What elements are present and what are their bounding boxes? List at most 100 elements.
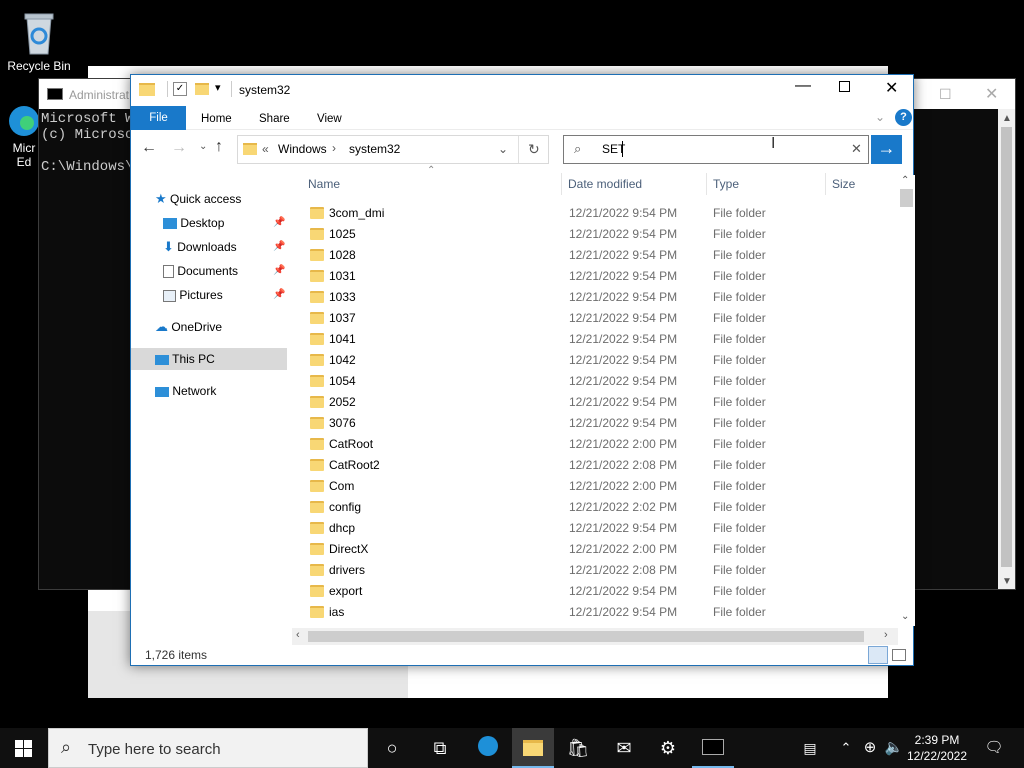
file-row[interactable]: CatRoot 12/21/2022 2:00 PM File folder (301, 434, 897, 455)
file-row[interactable]: 1041 12/21/2022 9:54 PM File folder (301, 329, 897, 350)
details-view-icon[interactable] (868, 646, 888, 664)
nav-pictures[interactable]: Pictures (163, 284, 223, 306)
file-row[interactable]: 1033 12/21/2022 9:54 PM File folder (301, 287, 897, 308)
breadcrumb-system32[interactable]: system32 (349, 142, 400, 156)
column-date-modified[interactable]: Date modified (568, 173, 642, 195)
clock[interactable]: 2:39 PM 12/22/2022 (904, 732, 970, 764)
tab-home[interactable]: Home (193, 109, 240, 129)
scroll-right-icon[interactable]: › (884, 629, 888, 641)
explorer-taskbar-button[interactable] (512, 728, 554, 768)
file-row[interactable]: 3076 12/21/2022 9:54 PM File folder (301, 413, 897, 434)
start-icon[interactable] (15, 740, 32, 757)
search-box[interactable]: ⌕ SET ✕ (563, 135, 869, 164)
scroll-left-icon[interactable]: ‹ (296, 629, 300, 641)
scroll-down-icon[interactable]: ⌄ (901, 611, 909, 622)
column-name[interactable]: Name (308, 173, 340, 195)
edge-icon[interactable] (476, 736, 500, 760)
file-row[interactable]: config 12/21/2022 2:02 PM File folder (301, 497, 897, 518)
nav-onedrive[interactable]: ☁ OneDrive (155, 316, 222, 338)
file-row[interactable]: CatRoot2 12/21/2022 2:08 PM File folder (301, 455, 897, 476)
file-row[interactable]: 1037 12/21/2022 9:54 PM File folder (301, 308, 897, 329)
folder-icon (139, 83, 155, 96)
breadcrumb-windows[interactable]: Windows (278, 142, 327, 156)
explorer-titlebar[interactable]: ✓ ▾ system32 — ✕ (131, 75, 913, 106)
column-size[interactable]: Size (832, 173, 855, 195)
nav-downloads[interactable]: ⬇ Downloads (163, 236, 237, 258)
cortana-icon[interactable]: ○ (380, 736, 404, 760)
cmd-maximize-icon[interactable]: ☐ (939, 86, 952, 103)
folder-icon (310, 522, 324, 534)
file-type: File folder (713, 332, 766, 346)
file-row[interactable]: 1031 12/21/2022 9:54 PM File folder (301, 266, 897, 287)
forward-icon[interactable]: → (171, 139, 187, 157)
customize-toolbar-icon[interactable]: ▾ (215, 81, 221, 94)
hscroll-thumb[interactable] (308, 631, 864, 642)
clear-search-icon[interactable]: ✕ (851, 141, 862, 157)
file-row[interactable]: 1028 12/21/2022 9:54 PM File folder (301, 245, 897, 266)
address-dropdown-icon[interactable]: ⌄ (498, 142, 508, 156)
tab-view[interactable]: View (309, 109, 350, 129)
settings-gear-icon[interactable]: ⚙ (656, 736, 680, 760)
maximize-icon[interactable] (839, 81, 850, 92)
refresh-icon[interactable]: ↻ (528, 141, 540, 158)
nav-this-pc[interactable]: This PC (131, 348, 287, 370)
file-row[interactable]: ias 12/21/2022 9:54 PM File folder (301, 602, 897, 623)
pin-icon[interactable]: 📌 (273, 241, 285, 252)
scroll-thumb[interactable] (900, 189, 913, 207)
address-bar[interactable]: « Windows › system32 ⌄ ↻ (237, 135, 549, 164)
ribbon-expand-icon[interactable]: ⌄ (875, 110, 885, 124)
pin-icon[interactable]: 📌 (273, 289, 285, 300)
network-status-icon[interactable]: ⊕ (858, 736, 882, 760)
nav-quick-access[interactable]: ★ Quick access (155, 188, 241, 210)
recent-locations-icon[interactable]: ⌄ (199, 141, 207, 152)
file-explorer-window[interactable]: ✓ ▾ system32 — ✕ File Home Share View ⌄ … (130, 74, 915, 666)
large-icons-view-icon[interactable] (892, 649, 906, 661)
cmd-close-icon[interactable]: ✕ (985, 84, 998, 104)
search-go-button[interactable]: → (871, 135, 902, 164)
show-hidden-icons-icon[interactable]: ⌃ (834, 736, 858, 760)
recycle-bin-shortcut[interactable]: Recycle Bin (4, 8, 74, 73)
breadcrumb-overflow[interactable]: « (262, 142, 269, 156)
tab-file[interactable]: File (131, 106, 186, 130)
back-icon[interactable]: ← (141, 139, 157, 157)
cmd-taskbar-button[interactable] (692, 728, 734, 768)
file-row[interactable]: dhcp 12/21/2022 9:54 PM File folder (301, 518, 897, 539)
horizontal-scrollbar[interactable]: ‹ › (292, 628, 898, 645)
properties-icon[interactable]: ✓ (173, 82, 187, 96)
pin-icon[interactable]: 📌 (273, 217, 285, 228)
file-row[interactable]: drivers 12/21/2022 2:08 PM File folder (301, 560, 897, 581)
task-view-icon[interactable]: ⧉ (428, 736, 452, 760)
vertical-scrollbar[interactable]: ⌃ ⌄ (898, 175, 915, 626)
close-icon[interactable]: ✕ (885, 78, 898, 98)
file-row[interactable]: 1054 12/21/2022 9:54 PM File folder (301, 371, 897, 392)
nav-network[interactable]: Network (155, 380, 216, 402)
file-row[interactable]: DirectX 12/21/2022 2:00 PM File folder (301, 539, 897, 560)
notifications-icon[interactable]: 🗨 (982, 736, 1006, 760)
file-row[interactable]: 1042 12/21/2022 9:54 PM File folder (301, 350, 897, 371)
taskbar-search-placeholder[interactable]: Type here to search (88, 741, 221, 758)
file-row[interactable]: export 12/21/2022 9:54 PM File folder (301, 581, 897, 602)
news-icon[interactable]: ▤ (798, 736, 822, 760)
file-row[interactable]: 2052 12/21/2022 9:54 PM File folder (301, 392, 897, 413)
pin-icon[interactable]: 📌 (273, 265, 285, 276)
scroll-up-icon[interactable]: ⌃ (901, 175, 909, 186)
mail-icon[interactable]: ✉ (612, 736, 636, 760)
nav-documents[interactable]: Documents (163, 260, 238, 282)
column-type[interactable]: Type (713, 173, 739, 195)
taskbar-search-box[interactable]: ⌕ Type here to search (48, 728, 368, 768)
file-type: File folder (713, 458, 766, 472)
pictures-icon (163, 289, 176, 302)
file-type: File folder (713, 479, 766, 493)
volume-icon[interactable]: 🔈 (882, 736, 906, 760)
file-row[interactable]: 3com_dmi 12/21/2022 9:54 PM File folder (301, 203, 897, 224)
up-icon[interactable]: ↑ (215, 138, 223, 156)
help-icon[interactable]: ? (895, 109, 912, 126)
tab-share[interactable]: Share (251, 109, 298, 129)
minimize-icon[interactable]: — (795, 77, 811, 95)
file-row[interactable]: 1025 12/21/2022 9:54 PM File folder (301, 224, 897, 245)
cmd-scrollbar[interactable]: ▲ ▼ (998, 109, 1015, 589)
file-row[interactable]: Com 12/21/2022 2:00 PM File folder (301, 476, 897, 497)
nav-desktop[interactable]: Desktop (163, 212, 291, 234)
store-icon[interactable]: 🛍 (566, 736, 590, 760)
new-folder-icon[interactable] (195, 83, 209, 95)
